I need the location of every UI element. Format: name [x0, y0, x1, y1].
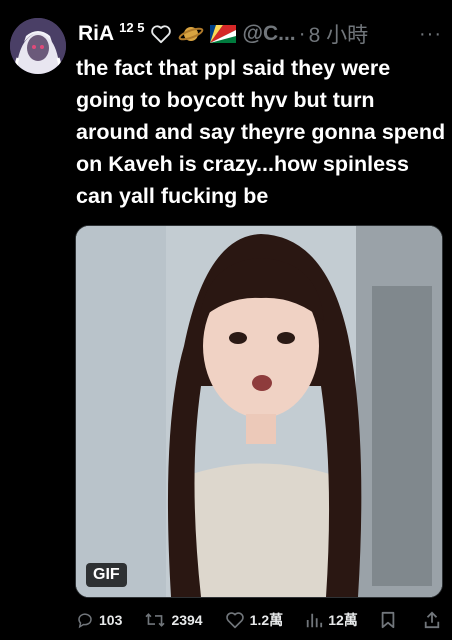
- views-button[interactable]: 12萬: [305, 610, 358, 630]
- display-name[interactable]: RiA: [78, 22, 114, 46]
- ringed-planet-icon: [178, 23, 204, 45]
- retweet-count: 2394: [171, 612, 203, 628]
- gif-media[interactable]: GIF: [75, 225, 443, 598]
- gif-badge: GIF: [86, 563, 127, 587]
- more-options-icon[interactable]: ···: [419, 23, 442, 46]
- view-count: 12萬: [328, 612, 358, 628]
- like-count: 1.2萬: [249, 612, 284, 628]
- gif-frame-image: [76, 226, 442, 597]
- bookmark-icon: [381, 611, 395, 629]
- tweet-text: the fact that ppl said they were going t…: [76, 56, 446, 208]
- tweet-header: RiA 12 5 @C... · 8 小時 ···: [78, 18, 442, 50]
- bookmark-button[interactable]: [380, 611, 401, 629]
- time-separator: ·: [298, 22, 306, 45]
- views-icon: [307, 613, 323, 628]
- retweet-icon: [145, 613, 166, 627]
- user-handle[interactable]: @C...: [242, 22, 295, 46]
- like-icon: [225, 612, 244, 629]
- seychelles-flag-icon: [210, 25, 237, 43]
- reply-count: 103: [99, 612, 123, 628]
- retweet-button[interactable]: 2394: [144, 611, 203, 629]
- heart-outline-icon: [150, 24, 172, 44]
- share-icon: [424, 611, 440, 629]
- reply-icon: [78, 613, 92, 629]
- avatar[interactable]: [10, 18, 66, 74]
- reply-button[interactable]: 103: [76, 611, 122, 629]
- share-button[interactable]: [423, 611, 446, 629]
- name-superscript: 12 5: [119, 19, 145, 35]
- timestamp[interactable]: 8 小時: [309, 19, 369, 49]
- tweet-actions: 103 2394 1.2萬 12萬: [76, 607, 446, 633]
- like-button[interactable]: 1.2萬: [225, 610, 283, 630]
